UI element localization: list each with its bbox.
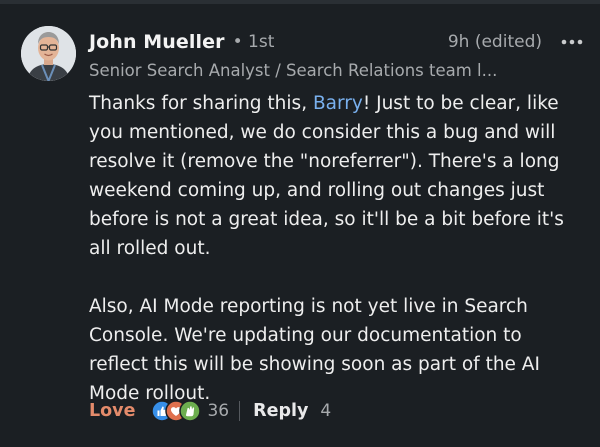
mention-link[interactable]: Barry bbox=[313, 93, 363, 114]
reaction-icons bbox=[151, 400, 202, 422]
more-horizontal-icon[interactable] bbox=[560, 32, 584, 52]
comment: John Mueller • 1st 9h (edited) Senior Se… bbox=[0, 0, 600, 447]
avatar-image bbox=[21, 26, 76, 81]
comment-paragraph-1: Thanks for sharing this, Barry! Just to … bbox=[89, 89, 584, 263]
actions-divider bbox=[239, 401, 241, 421]
comment-header: John Mueller • 1st 9h (edited) bbox=[89, 28, 584, 56]
author-name[interactable]: John Mueller bbox=[89, 31, 225, 53]
timestamp: 9h (edited) bbox=[447, 32, 542, 52]
comment-paragraph-2: Also, AI Mode reporting is not yet live … bbox=[89, 296, 540, 404]
reactions-summary[interactable]: 36 bbox=[151, 400, 229, 422]
avatar[interactable] bbox=[21, 26, 76, 81]
reply-count[interactable]: 4 bbox=[320, 401, 331, 421]
comment-text-start: Thanks for sharing this, bbox=[89, 93, 313, 114]
connection-degree: • 1st bbox=[232, 32, 275, 52]
comment-actions: Love 36 Reply 4 bbox=[89, 396, 331, 426]
author-headline: Senior Search Analyst / Search Relations… bbox=[89, 61, 498, 80]
comment-body: Thanks for sharing this, Barry! Just to … bbox=[89, 89, 584, 408]
reply-button[interactable]: Reply bbox=[253, 401, 308, 421]
love-button[interactable]: Love bbox=[89, 401, 135, 421]
comment-text-rest: ! Just to be clear, like you mentioned, … bbox=[89, 93, 564, 259]
reaction-count: 36 bbox=[207, 401, 230, 421]
celebrate-icon bbox=[179, 400, 202, 422]
